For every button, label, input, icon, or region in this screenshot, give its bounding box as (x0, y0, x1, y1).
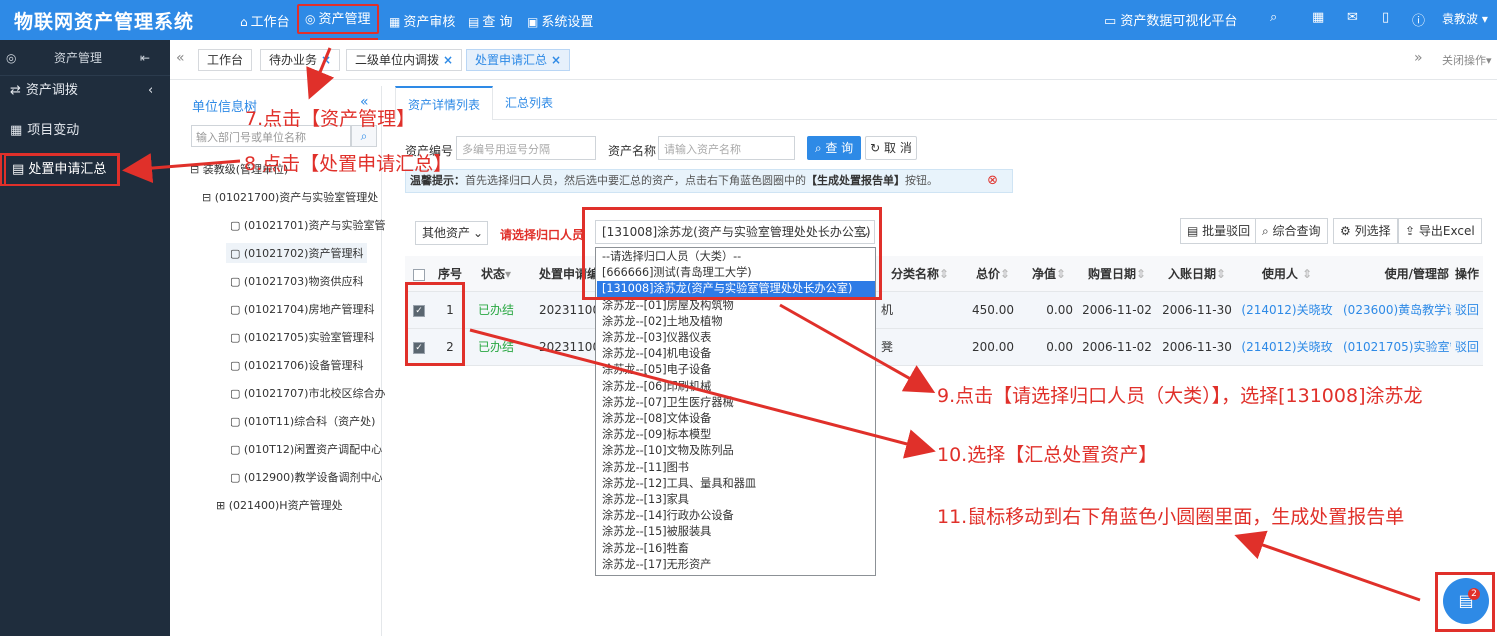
arrow-step-8 (122, 153, 241, 184)
annotation-arrows (122, 47, 1421, 602)
fab-count-badge: 2 (1468, 588, 1480, 600)
arrow-step-7 (306, 47, 335, 100)
screen: 物联网资产管理系统 ⌂ 工作台 ◎ 资产管理 ▦ 资产审核 ▤ 查 询 ▣ 系统设置 ▭ … (0, 0, 1497, 636)
generate-report-fab[interactable]: ▤ (1443, 578, 1489, 624)
arrow-step-9 (779, 303, 936, 393)
arrow-step-11 (1234, 530, 1421, 602)
arrow-step-10 (469, 328, 936, 459)
